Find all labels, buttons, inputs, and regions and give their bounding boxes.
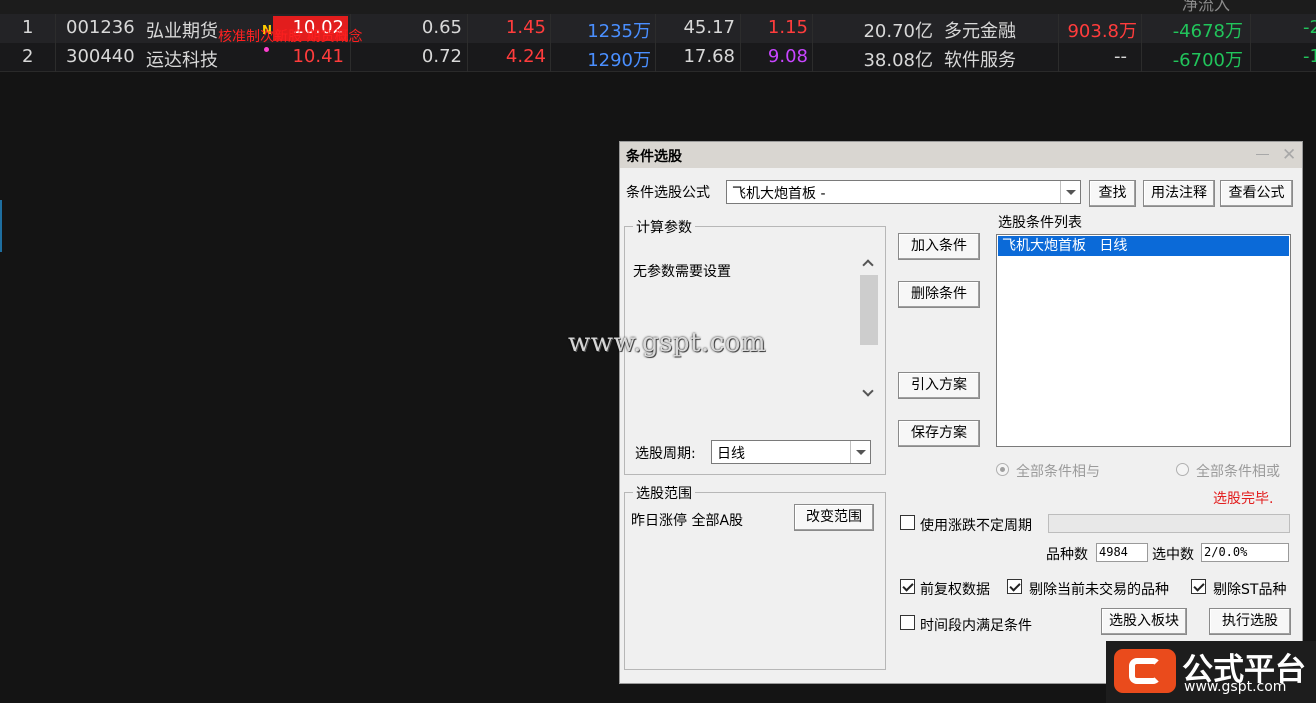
radio-and[interactable]: [996, 463, 1009, 476]
stock-name: 弘业期货: [146, 21, 218, 42]
formula-value: 飞机大炮首板 -: [732, 186, 826, 202]
period-select[interactable]: 日线: [711, 440, 871, 464]
dialog-title: 条件选股: [626, 149, 682, 165]
execute-selection-button[interactable]: 执行选股: [1209, 608, 1291, 635]
logo-url: www.gspt.com: [1184, 679, 1287, 695]
chevron-down-icon[interactable]: [1060, 181, 1080, 203]
stock-code: 300440: [66, 46, 135, 67]
condition-stock-picker-dialog: 条件选股 ✕ 条件选股公式 飞机大炮首板 - 查找 用法注释 查看公式 计算参数…: [619, 141, 1303, 684]
cell-value: 1.15: [767, 17, 808, 38]
cell-value: -1: [1303, 46, 1316, 67]
cell-market-cap: 20.70亿: [863, 21, 933, 42]
progress-bar: [1048, 514, 1290, 533]
count-value: 4984: [1096, 543, 1148, 562]
formula-label: 条件选股公式: [626, 185, 710, 201]
radio-and-label: 全部条件相与: [1016, 464, 1100, 480]
table-header-strip: 净流入: [0, 0, 1316, 14]
view-formula-button[interactable]: 查看公式: [1220, 180, 1293, 207]
marker-dot-icon: [264, 47, 269, 52]
stock-price: 10.41: [292, 46, 344, 67]
brand-logo: 公式平台 www.gspt.com: [1106, 641, 1316, 703]
scroll-down-icon: [862, 385, 874, 397]
import-plan-button[interactable]: 引入方案: [898, 372, 980, 399]
cell-market-cap: 38.08亿: [863, 50, 933, 71]
count-label: 品种数: [1046, 547, 1088, 563]
selected-label: 选中数: [1152, 547, 1194, 563]
stock-name: 运达科技: [146, 50, 218, 71]
scroll-thumb: [860, 275, 878, 345]
scroll-up-icon: [862, 259, 874, 271]
cell-value: 17.68: [683, 46, 735, 67]
range-text: 昨日涨停 全部A股: [631, 513, 744, 529]
exclude-untraded-label: 剔除当前未交易的品种: [1029, 582, 1169, 598]
logo-icon: [1114, 649, 1176, 693]
range-group-title: 选股范围: [633, 483, 695, 503]
table-row[interactable]: 1 001236 弘业期货 N 10.02 0.65 1.45 1235万 45…: [0, 14, 1316, 45]
params-scrollbar[interactable]: [859, 251, 879, 407]
exclude-untraded-checkbox[interactable]: [1007, 579, 1022, 594]
radio-or[interactable]: [1176, 463, 1189, 476]
time-range-label: 时间段内满足条件: [920, 618, 1032, 634]
period-label: 选股周期:: [635, 446, 696, 462]
conditions-list[interactable]: 飞机大炮首板 日线: [996, 234, 1291, 447]
cell-industry: 多元金融: [944, 21, 1016, 42]
radio-or-label: 全部条件相或: [1196, 464, 1280, 480]
time-range-checkbox[interactable]: [900, 615, 915, 630]
row-index: 2: [22, 46, 34, 67]
column-header-net-inflow: 净流入: [1182, 0, 1231, 14]
range-group: 选股范围 昨日涨停 全部A股 改变范围: [624, 483, 886, 670]
status-text: 选股完毕.: [1213, 491, 1274, 507]
add-to-block-button[interactable]: 选股入板块: [1101, 608, 1187, 635]
cell-value: 9.08: [767, 46, 808, 67]
dialog-titlebar[interactable]: 条件选股 ✕: [620, 142, 1302, 168]
watermark-text: www.gspt.com: [568, 328, 767, 358]
cell-volume: 1290万: [587, 50, 651, 71]
side-marker: [0, 200, 2, 252]
usage-notes-button[interactable]: 用法注释: [1143, 180, 1215, 207]
pre-adjust-checkbox[interactable]: [900, 579, 915, 594]
table-row[interactable]: 2 300440 运达科技 10.41 0.72 4.24 1290万 17.6…: [0, 43, 1316, 72]
cell-value: 4.24: [505, 46, 546, 67]
conditions-list-label: 选股条件列表: [998, 215, 1082, 231]
find-button[interactable]: 查找: [1089, 180, 1136, 207]
delete-condition-button[interactable]: 删除条件: [898, 281, 980, 308]
cell-value: 0.65: [421, 17, 462, 38]
save-plan-button[interactable]: 保存方案: [898, 420, 980, 447]
uncertain-period-label: 使用涨跌不定周期: [920, 518, 1032, 534]
params-group-title: 计算参数: [633, 217, 695, 237]
stock-code: 001236: [66, 17, 135, 38]
change-range-button[interactable]: 改变范围: [794, 504, 874, 531]
cell-volume: 1235万: [587, 21, 651, 42]
formula-select[interactable]: 飞机大炮首板 -: [726, 180, 1081, 204]
exclude-st-checkbox[interactable]: [1191, 579, 1206, 594]
cell-industry: 软件服务: [944, 50, 1016, 71]
selected-value: 2/0.0%: [1201, 543, 1289, 562]
close-icon[interactable]: ✕: [1282, 145, 1296, 165]
cell-net-inflow: -6700万: [1172, 50, 1243, 71]
list-item[interactable]: 飞机大炮首板 日线: [998, 236, 1289, 256]
minimize-icon[interactable]: [1256, 154, 1269, 155]
cell-value: -2: [1303, 17, 1316, 38]
chevron-down-icon[interactable]: [850, 441, 870, 463]
period-value: 日线: [717, 446, 745, 462]
cell-value: 45.17: [683, 17, 735, 38]
cell-value: --: [1114, 46, 1127, 67]
uncertain-period-checkbox[interactable]: [900, 515, 915, 530]
cell-value: 0.72: [421, 46, 462, 67]
cell-value: 1.45: [505, 17, 546, 38]
params-text: 无参数需要设置: [633, 264, 731, 280]
pre-adjust-label: 前复权数据: [920, 582, 990, 598]
cell-net-inflow: -4678万: [1172, 21, 1243, 42]
exclude-st-label: 剔除ST品种: [1213, 582, 1287, 598]
add-condition-button[interactable]: 加入条件: [898, 233, 980, 260]
row-index: 1: [22, 17, 34, 38]
cell-value: 903.8万: [1067, 21, 1137, 42]
